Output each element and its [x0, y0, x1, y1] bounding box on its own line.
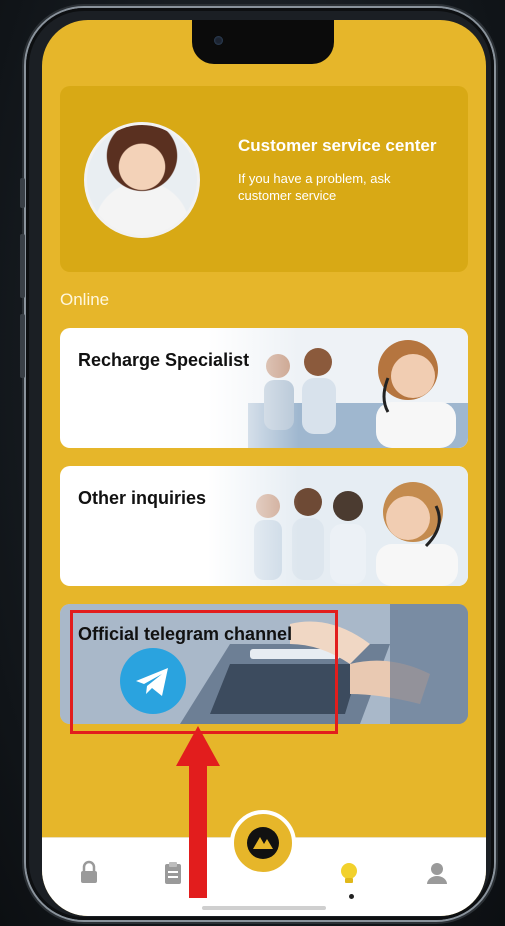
- other-inquiries-label: Other inquiries: [78, 488, 207, 508]
- lock-icon[interactable]: [76, 860, 102, 886]
- agent-avatar: [84, 122, 200, 238]
- agents-photo: [208, 328, 468, 448]
- recharge-specialist-label: Recharge Specialist: [78, 350, 250, 370]
- lightbulb-icon[interactable]: [336, 860, 362, 886]
- customer-service-card[interactable]: Customer service center If you have a pr…: [60, 86, 468, 272]
- agents-photo: [208, 466, 468, 586]
- mute-switch: [20, 178, 25, 208]
- section-label-online: Online: [60, 290, 110, 309]
- highlight-box: [70, 610, 338, 734]
- brand-logo-icon: [247, 827, 279, 859]
- active-tab-indicator: [349, 894, 354, 899]
- user-icon[interactable]: [424, 860, 450, 886]
- brand-home-button[interactable]: [230, 810, 296, 876]
- notch: [192, 20, 334, 64]
- volume-up-button: [20, 234, 25, 298]
- app-screen: Customer service center If you have a pr…: [42, 20, 486, 916]
- home-indicator: [202, 906, 326, 910]
- other-inquiries-card[interactable]: Other inquiries: [60, 466, 468, 586]
- recharge-specialist-card[interactable]: Recharge Specialist: [60, 328, 468, 448]
- cs-title: Customer service center: [238, 136, 437, 155]
- cs-subtitle: If you have a problem, ask customer serv…: [238, 171, 391, 203]
- pointer-arrow: [176, 726, 220, 898]
- volume-down-button: [20, 314, 25, 378]
- camera-icon: [214, 36, 223, 45]
